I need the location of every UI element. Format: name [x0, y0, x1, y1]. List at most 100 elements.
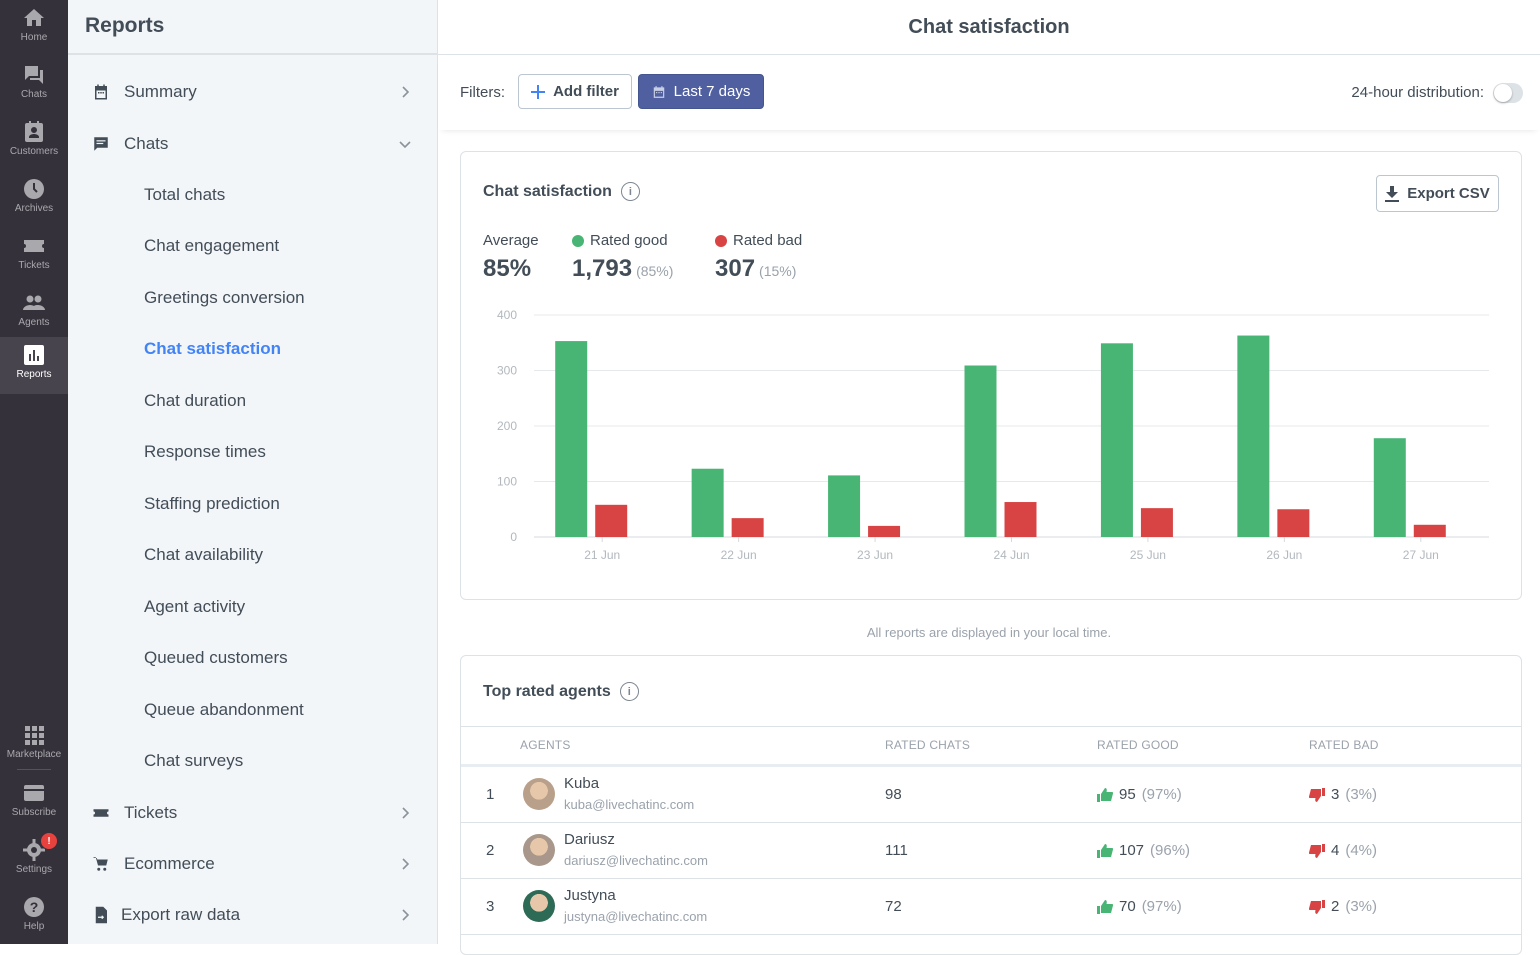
subnav-label: Chat satisfaction	[144, 339, 281, 358]
subnav-item[interactable]: Queued customers	[68, 633, 437, 684]
col-rated-bad[interactable]: Rated bad	[1309, 738, 1379, 752]
subnav-label: Response times	[144, 442, 266, 461]
y-tick-label: 200	[497, 419, 517, 433]
col-rated-chats[interactable]: Rated chats	[885, 738, 970, 752]
bad-percent: (3%)	[1345, 786, 1378, 803]
bad-percent: (3%)	[1345, 898, 1378, 915]
rated-good: 70 (97%)	[1097, 898, 1182, 915]
chevron-right-icon	[402, 806, 410, 819]
info-icon[interactable]: i	[620, 182, 640, 201]
date-range-button[interactable]: Last 7 days	[638, 74, 764, 109]
stat-label: Average	[483, 232, 539, 249]
col-rated-good[interactable]: Rated good	[1097, 738, 1179, 752]
stat-percent: (15%)	[759, 263, 797, 279]
good-percent: (97%)	[1141, 786, 1182, 803]
subnav-item[interactable]: Greetings conversion	[68, 272, 437, 323]
x-tick-label: 26 Jun	[1266, 548, 1302, 562]
download-icon	[1385, 185, 1400, 202]
subnav-item[interactable]: Response times	[68, 427, 437, 478]
bar-rated-good	[1373, 438, 1406, 537]
good-percent: (96%)	[1150, 842, 1191, 859]
bar-rated-bad	[1004, 502, 1037, 537]
rail-reports[interactable]: Reports	[0, 337, 68, 394]
rail-subscribe[interactable]: Subscribe	[0, 775, 68, 832]
table-row[interactable]: 1 Kuba kuba@livechatinc.com 98 95 (97%) 3 (3%)	[461, 767, 1521, 823]
subnav-item[interactable]: Chat availability	[68, 530, 437, 581]
nav-chats[interactable]: Chats	[68, 118, 437, 169]
rail-customers[interactable]: Customers	[0, 114, 68, 171]
subnav-label: Agent activity	[144, 596, 246, 616]
col-agents[interactable]: Agents	[520, 738, 571, 752]
good-count: 70	[1119, 898, 1136, 915]
divider	[461, 726, 1521, 727]
stat-label: Rated bad	[733, 232, 803, 249]
rated-bad: 2 (3%)	[1309, 898, 1377, 915]
x-tick-label: 24 Jun	[993, 548, 1029, 562]
toggle-knob	[1494, 83, 1512, 102]
subnav-item[interactable]: Agent activity	[68, 581, 437, 632]
good-count: 95	[1119, 786, 1136, 803]
rail-label: Customers	[9, 146, 59, 157]
rail-agents[interactable]: Agents	[0, 285, 68, 342]
help-icon: ?	[24, 897, 44, 917]
calendar-icon	[95, 84, 107, 99]
thumbs-down-icon	[1309, 899, 1325, 914]
rail-chats[interactable]: Chats	[0, 57, 68, 114]
subnav-item[interactable]: Chat surveys	[68, 736, 437, 787]
rail-label: Agents	[18, 317, 50, 328]
avatar	[523, 890, 555, 922]
rated-chats: 98	[885, 786, 902, 803]
distribution-toggle[interactable]	[1493, 82, 1523, 103]
plus-icon	[531, 84, 546, 99]
bad-count: 4	[1331, 842, 1340, 859]
subnav-item[interactable]: Chat duration	[68, 375, 437, 426]
subnav-item[interactable]: Chat satisfaction	[68, 324, 437, 375]
rated-bad: 3 (3%)	[1309, 786, 1377, 803]
nav-export-raw-data[interactable]: Export raw data	[68, 889, 437, 940]
home-icon	[24, 9, 44, 26]
date-range-label: Last 7 days	[673, 83, 751, 100]
bad-dot-icon	[715, 234, 727, 247]
rail-settings[interactable]: Settings !	[0, 832, 68, 889]
bar-rated-bad	[868, 525, 901, 537]
nav-ecommerce[interactable]: Ecommerce	[68, 838, 437, 889]
table-row[interactable]: 2 Dariusz dariusz@livechatinc.com 111 107 (96…	[461, 823, 1521, 879]
card-title-text: Chat satisfaction	[483, 182, 612, 200]
info-icon[interactable]: i	[619, 682, 639, 701]
bad-count: 2	[1331, 898, 1340, 915]
chevron-down-icon	[399, 140, 411, 148]
nav-tickets[interactable]: Tickets	[68, 787, 437, 838]
agent-rank: 1	[486, 786, 495, 803]
stat-value: 1,793	[572, 255, 633, 282]
avatar	[523, 778, 555, 810]
bar-rated-good	[1100, 343, 1133, 537]
add-filter-button[interactable]: Add filter	[518, 74, 632, 109]
subnav-label: Chat engagement	[144, 236, 280, 255]
nav-label: Chats	[124, 133, 169, 153]
rated-bad: 4 (4%)	[1309, 842, 1377, 859]
agent-email: dariusz@livechatinc.com	[564, 853, 708, 868]
rail-help[interactable]: ? Help	[0, 889, 68, 946]
chevron-right-icon	[402, 857, 410, 870]
x-tick-label: 27 Jun	[1403, 548, 1439, 562]
table-row[interactable]: 3 Justyna justyna@livechatinc.com 72 70 (97%)…	[461, 879, 1521, 935]
agent-name: Dariusz	[564, 831, 615, 848]
svg-text:?: ?	[30, 899, 39, 915]
bad-count: 3	[1331, 786, 1340, 803]
subnav-item[interactable]: Chat engagement	[68, 221, 437, 272]
subnav-item[interactable]: Staffing prediction	[68, 478, 437, 529]
subnav-item[interactable]: Queue abandonment	[68, 684, 437, 735]
subnav-item[interactable]: Total chats	[68, 169, 437, 220]
nav-summary[interactable]: Summary	[68, 66, 437, 117]
rail-home[interactable]: Home	[0, 0, 68, 57]
rail-label: Marketplace	[6, 749, 62, 760]
rail-marketplace[interactable]: Marketplace	[0, 717, 68, 774]
card-icon	[24, 785, 44, 801]
bar-rated-good	[964, 365, 997, 537]
rail-tickets[interactable]: Tickets	[0, 228, 68, 285]
rail-label: Settings	[15, 864, 53, 875]
rail-archives[interactable]: Archives	[0, 171, 68, 228]
top-agents-card: Top rated agents i Agents Rated chats Ra…	[460, 655, 1522, 955]
bad-percent: (4%)	[1345, 842, 1378, 859]
export-csv-button[interactable]: Export CSV	[1376, 175, 1499, 212]
